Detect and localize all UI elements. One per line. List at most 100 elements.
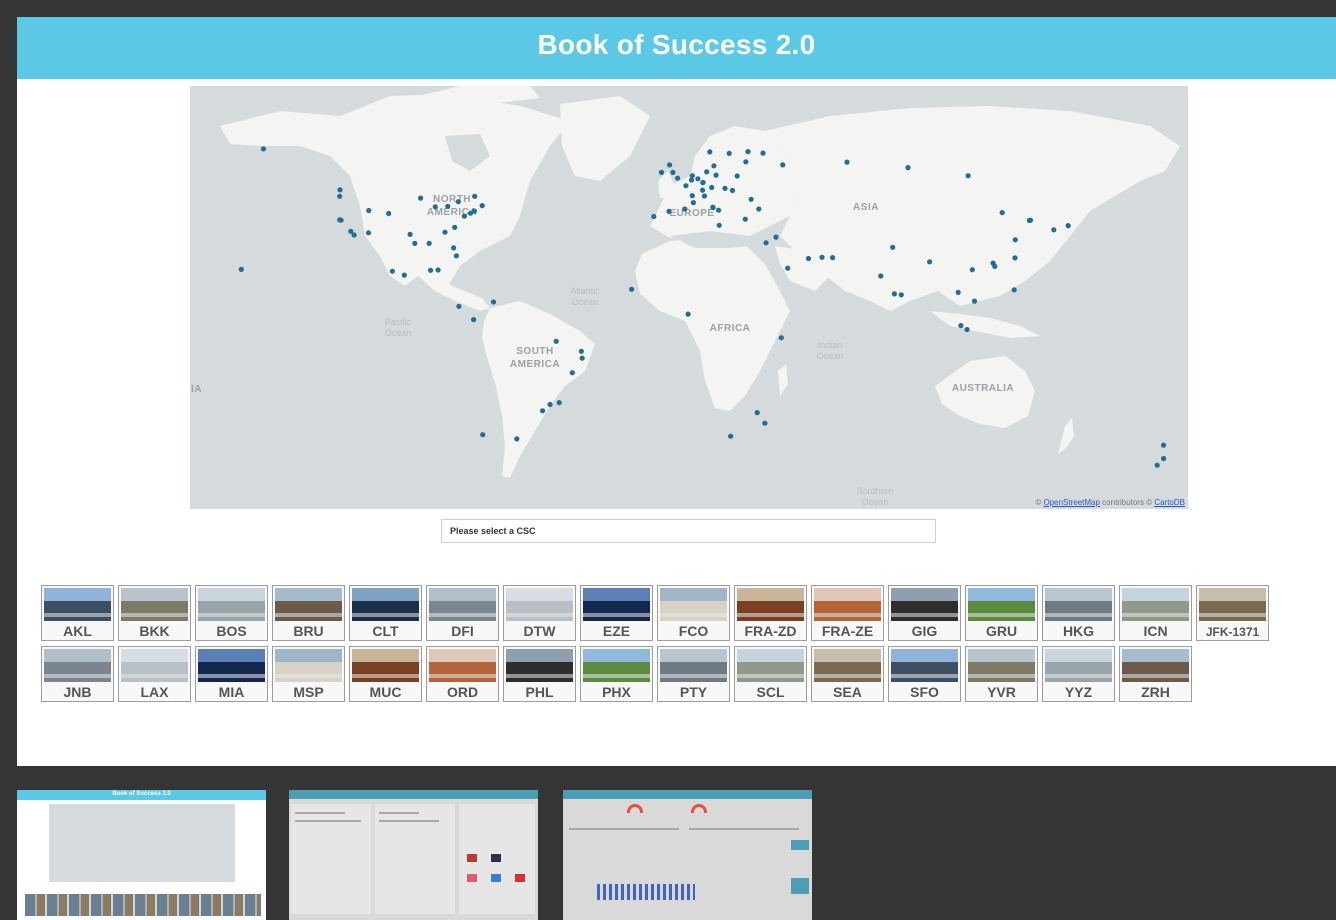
sheet-thumbnail-3[interactable] <box>563 790 812 920</box>
location-marker[interactable] <box>389 268 395 274</box>
location-marker[interactable] <box>407 231 413 237</box>
location-marker[interactable] <box>819 254 825 260</box>
location-marker[interactable] <box>700 187 706 193</box>
location-marker[interactable] <box>428 267 434 273</box>
location-marker[interactable] <box>578 348 584 354</box>
location-marker[interactable] <box>734 173 740 179</box>
location-marker[interactable] <box>999 210 1005 216</box>
location-marker[interactable] <box>898 292 904 298</box>
location-marker[interactable] <box>713 172 719 178</box>
location-marker[interactable] <box>461 213 467 219</box>
location-marker[interactable] <box>556 400 562 406</box>
location-marker[interactable] <box>1161 442 1167 448</box>
location-marker[interactable] <box>401 272 407 278</box>
location-marker[interactable] <box>695 176 701 182</box>
site-tile-pty[interactable]: PTY <box>657 646 730 702</box>
location-marker[interactable] <box>990 260 996 266</box>
location-marker[interactable] <box>569 370 575 376</box>
site-tile-fra-ze[interactable]: FRA-ZE <box>811 585 884 641</box>
location-marker[interactable] <box>689 173 695 179</box>
location-marker[interactable] <box>716 222 722 228</box>
location-marker[interactable] <box>763 240 769 246</box>
location-marker[interactable] <box>745 149 751 155</box>
carto-link[interactable]: CartoDB <box>1154 498 1185 507</box>
location-marker[interactable] <box>479 203 485 209</box>
location-marker[interactable] <box>456 303 462 309</box>
location-marker[interactable] <box>412 240 418 246</box>
location-marker[interactable] <box>716 207 722 213</box>
location-marker[interactable] <box>540 408 546 414</box>
site-tile-phl[interactable]: PHL <box>503 646 576 702</box>
location-marker[interactable] <box>742 216 748 222</box>
location-marker[interactable] <box>1154 462 1160 468</box>
location-marker[interactable] <box>748 196 754 202</box>
location-marker[interactable] <box>238 266 244 272</box>
location-marker[interactable] <box>472 193 478 199</box>
location-marker[interactable] <box>683 183 689 189</box>
site-tile-bkk[interactable]: BKK <box>118 585 191 641</box>
location-marker[interactable] <box>707 149 713 155</box>
location-marker[interactable] <box>890 244 896 250</box>
location-marker[interactable] <box>1011 287 1017 293</box>
location-marker[interactable] <box>426 240 432 246</box>
location-marker[interactable] <box>1161 455 1167 462</box>
location-marker[interactable] <box>844 159 850 165</box>
site-tile-bru[interactable]: BRU <box>272 585 345 641</box>
location-marker[interactable] <box>704 169 710 175</box>
location-marker[interactable] <box>452 224 458 230</box>
location-marker[interactable] <box>445 203 451 209</box>
location-marker[interactable] <box>432 204 438 210</box>
location-marker[interactable] <box>780 162 786 168</box>
location-marker[interactable] <box>805 255 812 262</box>
site-tile-fco[interactable]: FCO <box>657 585 730 641</box>
location-marker[interactable] <box>688 177 695 183</box>
site-tile-dtw[interactable]: DTW <box>503 585 576 641</box>
site-tile-gig[interactable]: GIG <box>888 585 961 641</box>
location-marker[interactable] <box>756 206 762 212</box>
site-tile-jfk-1371[interactable]: JFK-1371 <box>1196 585 1269 641</box>
location-marker[interactable] <box>453 253 459 259</box>
location-marker[interactable] <box>710 204 716 210</box>
sheet-thumbnail-2[interactable] <box>289 790 538 920</box>
location-marker[interactable] <box>675 175 681 181</box>
site-tile-eze[interactable]: EZE <box>580 585 653 641</box>
location-marker[interactable] <box>386 210 392 217</box>
location-marker[interactable] <box>1051 227 1057 233</box>
site-tile-sea[interactable]: SEA <box>811 646 884 702</box>
site-tile-fra-zd[interactable]: FRA-ZD <box>734 585 807 641</box>
location-marker[interactable] <box>442 229 448 235</box>
location-marker[interactable] <box>490 299 497 305</box>
location-marker[interactable] <box>760 150 766 156</box>
location-marker[interactable] <box>547 401 553 408</box>
location-marker[interactable] <box>773 234 779 240</box>
location-marker[interactable] <box>480 432 486 438</box>
location-marker[interactable] <box>830 255 836 261</box>
location-marker[interactable] <box>667 162 673 168</box>
location-marker[interactable] <box>1027 217 1034 223</box>
location-marker[interactable] <box>743 159 749 165</box>
location-marker[interactable] <box>1012 237 1018 243</box>
location-marker[interactable] <box>729 187 736 194</box>
location-marker[interactable] <box>658 169 665 175</box>
location-marker[interactable] <box>337 193 343 199</box>
location-marker[interactable] <box>1012 255 1018 261</box>
site-tile-scl[interactable]: SCL <box>734 646 807 702</box>
location-marker[interactable] <box>754 410 760 416</box>
location-marker[interactable] <box>685 311 691 317</box>
site-tile-phx[interactable]: PHX <box>580 646 653 702</box>
site-tile-ord[interactable]: ORD <box>426 646 499 702</box>
location-marker[interactable] <box>553 338 559 344</box>
location-marker[interactable] <box>905 165 911 171</box>
site-tile-gru[interactable]: GRU <box>965 585 1038 641</box>
sheet-thumbnail-1[interactable]: Book of Success 2.0 <box>17 790 266 920</box>
location-marker[interactable] <box>629 286 635 292</box>
site-tile-msp[interactable]: MSP <box>272 646 345 702</box>
location-marker[interactable] <box>418 195 424 201</box>
location-marker[interactable] <box>670 169 676 175</box>
location-marker[interactable] <box>366 207 372 214</box>
location-marker[interactable] <box>778 335 784 341</box>
location-marker[interactable] <box>351 232 357 238</box>
location-marker[interactable] <box>891 291 898 297</box>
site-tile-yvr[interactable]: YVR <box>965 646 1038 702</box>
site-tile-hkg[interactable]: HKG <box>1042 585 1115 641</box>
